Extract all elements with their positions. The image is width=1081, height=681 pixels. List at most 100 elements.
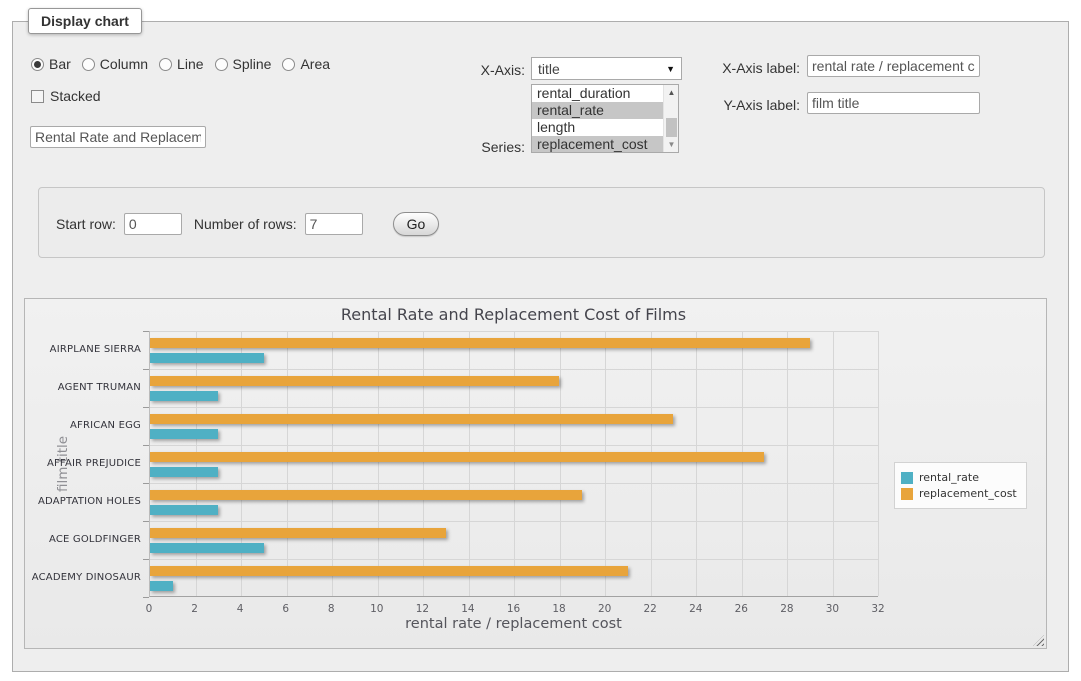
- gridline: [150, 521, 878, 522]
- series-option-rental_rate[interactable]: rental_rate: [532, 102, 663, 119]
- series-scrollbar[interactable]: ▲ ▼: [663, 85, 678, 152]
- bar-rental_rate[interactable]: [150, 581, 173, 591]
- x-axis-title: rental rate / replacement cost: [149, 616, 878, 632]
- chart-legend: rental_rate replacement_cost: [894, 462, 1027, 509]
- query-panel: Start row: Number of rows: Go: [38, 187, 1045, 258]
- y-axis-label-input[interactable]: [807, 92, 980, 114]
- gridline: [469, 331, 470, 596]
- series-option-length[interactable]: length: [532, 119, 663, 136]
- number-of-rows-label: Number of rows:: [194, 216, 297, 232]
- bar-rental_rate[interactable]: [150, 429, 218, 439]
- x-tick-label: 0: [129, 603, 169, 615]
- bar-rental_rate[interactable]: [150, 353, 264, 363]
- gridline: [651, 331, 652, 596]
- resize-handle-icon[interactable]: [1033, 635, 1044, 646]
- x-tick-label: 30: [812, 603, 852, 615]
- radio-icon[interactable]: [215, 58, 228, 71]
- bar-replacement_cost[interactable]: [150, 490, 582, 500]
- number-of-rows-input[interactable]: [305, 213, 363, 235]
- series-select-label: Series:: [440, 139, 525, 155]
- x-tick-label: 18: [539, 603, 579, 615]
- bar-replacement_cost[interactable]: [150, 414, 673, 424]
- x-axis-select[interactable]: title ▼: [531, 57, 682, 80]
- legend-label: replacement_cost: [919, 487, 1017, 500]
- x-tick-label: 32: [858, 603, 898, 615]
- chart-type-option-line[interactable]: Line: [159, 56, 203, 72]
- legend-item-replacement_cost[interactable]: replacement_cost: [901, 487, 1017, 500]
- gridline: [696, 331, 697, 596]
- chevron-down-icon: ▼: [666, 64, 675, 74]
- radio-icon[interactable]: [282, 58, 295, 71]
- chart-title-input[interactable]: [30, 126, 206, 148]
- bar-replacement_cost[interactable]: [150, 376, 559, 386]
- chart-type-option-spline[interactable]: Spline: [215, 56, 272, 72]
- chart-type-option-label: Line: [177, 56, 203, 72]
- y-tick: [143, 331, 149, 332]
- bar-replacement_cost[interactable]: [150, 528, 446, 538]
- stacked-checkbox-row[interactable]: Stacked: [31, 88, 101, 104]
- scroll-up-icon[interactable]: ▲: [664, 85, 679, 100]
- x-axis-selected-value: title: [538, 61, 560, 77]
- y-tick: [143, 521, 149, 522]
- bar-rental_rate[interactable]: [150, 467, 218, 477]
- gridline: [560, 331, 561, 596]
- y-tick: [143, 597, 149, 598]
- chart-title: Rental Rate and Replacement Cost of Film…: [149, 305, 878, 324]
- fieldset-legend: Display chart: [28, 8, 142, 34]
- bar-rental_rate[interactable]: [150, 505, 218, 515]
- gridline: [605, 331, 606, 596]
- gridline: [742, 331, 743, 596]
- start-row-label: Start row:: [56, 216, 116, 232]
- bar-rental_rate[interactable]: [150, 391, 218, 401]
- stacked-label: Stacked: [50, 88, 101, 104]
- radio-icon[interactable]: [159, 58, 172, 71]
- radio-icon[interactable]: [31, 58, 44, 71]
- bar-replacement_cost[interactable]: [150, 452, 764, 462]
- gridline: [378, 331, 379, 596]
- series-option-replacement_cost[interactable]: replacement_cost: [532, 136, 663, 153]
- gridline: [241, 331, 242, 596]
- legend-label: rental_rate: [919, 471, 979, 484]
- legend-swatch: [901, 472, 913, 484]
- gridline: [787, 331, 788, 596]
- radio-icon[interactable]: [82, 58, 95, 71]
- legend-swatch: [901, 488, 913, 500]
- y-tick: [143, 483, 149, 484]
- chart-type-option-label: Area: [300, 56, 330, 72]
- bar-replacement_cost[interactable]: [150, 566, 628, 576]
- x-axis-label-input[interactable]: [807, 55, 980, 77]
- checkbox-icon[interactable]: [31, 90, 44, 103]
- bar-replacement_cost[interactable]: [150, 338, 810, 348]
- plot-area: [149, 331, 878, 597]
- series-listbox[interactable]: rental_durationrental_ratelengthreplacem…: [531, 84, 679, 153]
- scroll-down-icon[interactable]: ▼: [664, 137, 679, 152]
- gridline: [150, 559, 878, 560]
- category-label: AGENT TRUMAN: [25, 381, 141, 395]
- gridline: [287, 331, 288, 596]
- gridline: [150, 331, 878, 332]
- x-tick-label: 12: [402, 603, 442, 615]
- bar-rental_rate[interactable]: [150, 543, 264, 553]
- x-axis-select-label: X-Axis:: [440, 62, 525, 78]
- x-tick-label: 16: [494, 603, 534, 615]
- category-label: AFRICAN EGG: [25, 419, 141, 433]
- query-row: Start row: Number of rows: Go: [56, 212, 439, 236]
- x-tick-label: 2: [175, 603, 215, 615]
- chart-type-option-column[interactable]: Column: [82, 56, 148, 72]
- x-tick-label: 22: [630, 603, 670, 615]
- start-row-input[interactable]: [124, 213, 182, 235]
- chart-type-option-label: Spline: [233, 56, 272, 72]
- series-option-rental_duration[interactable]: rental_duration: [532, 85, 663, 102]
- scrollbar-thumb[interactable]: [666, 118, 677, 139]
- x-tick-label: 20: [585, 603, 625, 615]
- go-button[interactable]: Go: [393, 212, 440, 236]
- legend-item-rental_rate[interactable]: rental_rate: [901, 471, 1017, 484]
- gridline: [150, 483, 878, 484]
- x-tick-label: 6: [266, 603, 306, 615]
- category-label: ACADEMY DINOSAUR: [25, 571, 141, 585]
- x-axis-label-caption: X-Axis label:: [700, 60, 800, 76]
- chart-type-option-bar[interactable]: Bar: [31, 56, 71, 72]
- chart-type-option-area[interactable]: Area: [282, 56, 330, 72]
- chart-container: Rental Rate and Replacement Cost of Film…: [24, 298, 1047, 649]
- x-tick-label: 14: [448, 603, 488, 615]
